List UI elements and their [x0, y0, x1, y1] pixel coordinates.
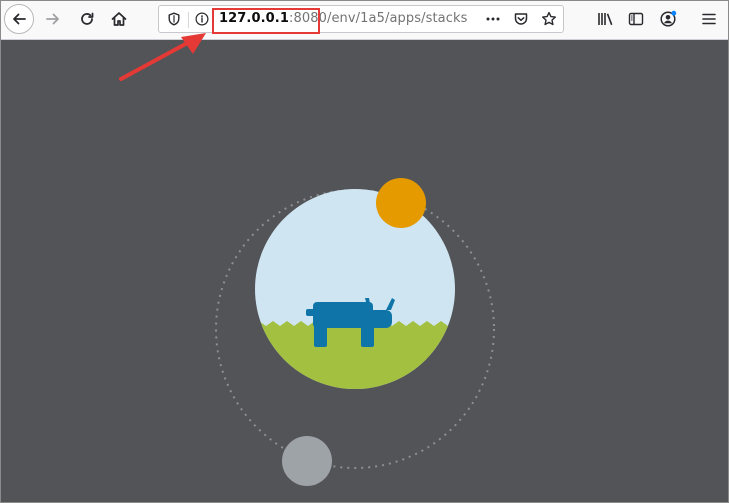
gray-orb	[282, 436, 332, 486]
annotation-arrow	[119, 33, 206, 81]
globe	[255, 189, 455, 389]
orange-orb	[376, 178, 426, 228]
browser-window: 127.0.0.1:8080/env/1a5/apps/stacks	[0, 0, 729, 503]
